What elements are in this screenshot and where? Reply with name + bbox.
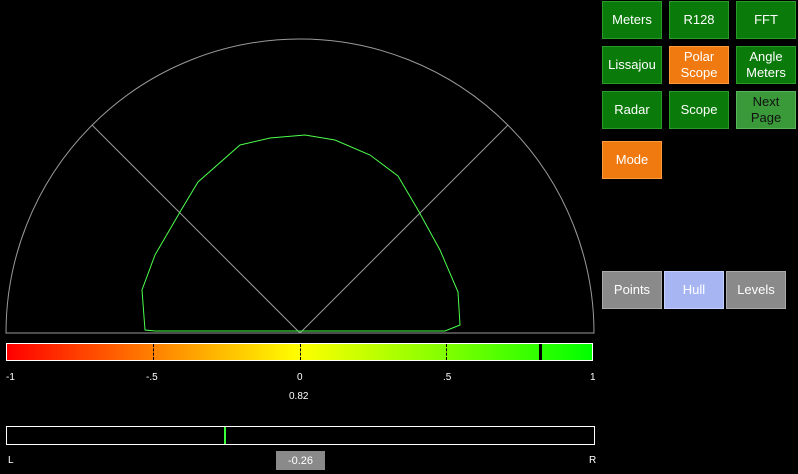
correlation-marker: [539, 344, 543, 360]
balance-left-label: L: [8, 455, 14, 466]
balance-marker: [224, 427, 227, 444]
correlation-tick: [299, 344, 301, 360]
scope-guide-right: [299, 124, 509, 334]
balance-meter: [6, 426, 595, 445]
points-button[interactable]: Points: [602, 271, 662, 309]
correlation-tick: [445, 344, 447, 360]
correlation-tick-label: 0: [297, 372, 303, 383]
correlation-tick-label: -.5: [146, 372, 158, 383]
scope-hull-trace: [141, 134, 461, 332]
balance-right-label: R: [589, 455, 597, 466]
fft-button[interactable]: FFT: [736, 1, 796, 39]
correlation-tick-label: .5: [443, 372, 452, 383]
meters-button[interactable]: Meters: [602, 1, 662, 39]
correlation-tick-label: 1: [590, 372, 596, 383]
levels-button[interactable]: Levels: [726, 271, 786, 309]
polar-scope-button[interactable]: Polar Scope: [669, 46, 729, 84]
scope-button[interactable]: Scope: [669, 91, 729, 129]
lissajou-button[interactable]: Lissajou: [602, 46, 662, 84]
correlation-meter: [6, 343, 593, 361]
angle-meters-button[interactable]: Angle Meters: [736, 46, 796, 84]
correlation-tick-label: -1: [6, 372, 15, 383]
mode-button[interactable]: Mode: [602, 141, 662, 179]
r128-button[interactable]: R128: [669, 1, 729, 39]
scope-outline: [5, 38, 595, 334]
correlation-value: 0.82: [289, 391, 309, 402]
hull-button[interactable]: Hull: [664, 271, 724, 309]
next-page-button[interactable]: Next Page: [736, 91, 796, 129]
scope-guide-left: [91, 124, 301, 334]
radar-button[interactable]: Radar: [602, 91, 662, 129]
balance-readout: -0.26: [276, 451, 325, 470]
polar-scope-display: [5, 38, 595, 334]
correlation-tick: [153, 344, 155, 360]
